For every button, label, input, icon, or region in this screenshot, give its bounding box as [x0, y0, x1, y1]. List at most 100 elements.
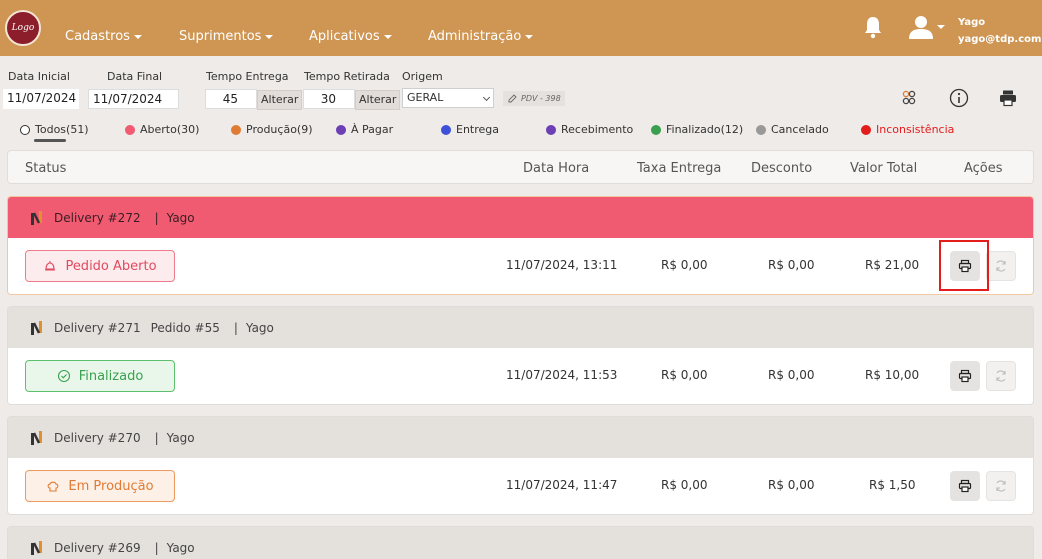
- user-avatar-icon[interactable]: [908, 14, 934, 40]
- origem-select[interactable]: GERAL: [402, 88, 494, 108]
- status-dot: [861, 124, 871, 135]
- data-inicial-input[interactable]: 11/07/2024: [3, 89, 79, 109]
- status-dot: [546, 124, 556, 135]
- edit-icon: [508, 94, 517, 103]
- order-taxa: R$ 0,00: [661, 368, 708, 382]
- tempo-retirada-input[interactable]: 30: [303, 89, 355, 109]
- filter-inconsistencia[interactable]: Inconsistência: [861, 123, 954, 136]
- order-card: Delivery #271 Pedido #55 | Yago Finaliza…: [7, 306, 1034, 405]
- data-final-label: Data Final: [107, 70, 163, 83]
- bell-icon[interactable]: [863, 15, 883, 39]
- order-title: Delivery #271: [54, 320, 141, 335]
- column-data-hora: Data Hora: [523, 161, 590, 176]
- check-circle-icon: [57, 369, 70, 383]
- data-inicial-label: Data Inicial: [8, 70, 70, 83]
- order-datetime: 11/07/2024, 11:53: [506, 368, 618, 382]
- print-button[interactable]: [950, 361, 980, 391]
- filter-finalizado[interactable]: Finalizado(12): [651, 123, 743, 136]
- sync-button[interactable]: [986, 251, 1016, 281]
- status-badge[interactable]: Em Produção: [25, 470, 175, 502]
- sync-button[interactable]: [986, 361, 1016, 391]
- pdv-badge[interactable]: PDV - 398: [503, 91, 565, 106]
- nav-cadastros[interactable]: Cadastros: [65, 29, 142, 44]
- print-icon[interactable]: [998, 88, 1018, 108]
- active-tab-indicator: [34, 139, 66, 142]
- status-dot: [20, 124, 30, 135]
- column-desconto: Desconto: [751, 161, 813, 176]
- logo-text: Logo: [11, 23, 35, 33]
- filter-todos[interactable]: Todos(51): [20, 123, 89, 136]
- order-user: Yago: [166, 540, 195, 555]
- print-button[interactable]: [950, 471, 980, 501]
- separator: |: [233, 320, 238, 335]
- order-total: R$ 1,50: [869, 478, 916, 492]
- order-header[interactable]: Delivery #272 | Yago: [8, 197, 1033, 238]
- order-user: Yago: [166, 430, 195, 445]
- bell-order-icon: [45, 261, 56, 271]
- tempo-entrega-input[interactable]: 45: [205, 89, 257, 109]
- chevron-down-icon: [383, 35, 392, 39]
- order-row: Finalizado 11/07/2024, 11:53 R$ 0,00 R$ …: [8, 348, 1033, 404]
- filter-recebimento[interactable]: Recebimento: [546, 123, 633, 136]
- column-status: Status: [25, 161, 67, 176]
- order-user: Yago: [245, 320, 274, 335]
- status-badge[interactable]: Pedido Aberto: [25, 250, 175, 282]
- info-icon[interactable]: [949, 88, 969, 108]
- brand-logo-icon: [31, 210, 42, 225]
- print-icon: [958, 479, 972, 493]
- filter-cancelado[interactable]: Cancelado: [756, 123, 829, 136]
- alterar-retirada-button[interactable]: Alterar: [355, 90, 401, 110]
- column-valor-total: Valor Total: [850, 161, 918, 176]
- grid-dots-icon[interactable]: [899, 88, 919, 108]
- brand-logo-icon: [31, 430, 42, 445]
- nav-administracao[interactable]: Administração: [428, 29, 534, 44]
- order-card: Delivery #272 | Yago Pedido Aberto 11/07…: [7, 196, 1034, 295]
- order-header[interactable]: Delivery #270 | Yago: [8, 417, 1033, 458]
- status-badge[interactable]: Finalizado: [25, 360, 175, 392]
- order-total: R$ 21,00: [865, 258, 920, 272]
- chevron-down-icon: [265, 35, 274, 39]
- order-desconto: R$ 0,00: [768, 478, 815, 492]
- origem-label: Origem: [402, 70, 443, 83]
- brand-logo-icon: [31, 320, 42, 335]
- order-header[interactable]: Delivery #269 | Yago: [8, 527, 1033, 559]
- separator: |: [154, 540, 159, 555]
- order-title: Delivery #270: [54, 430, 141, 445]
- tempo-retirada-label: Tempo Retirada: [304, 70, 390, 83]
- order-header[interactable]: Delivery #271 Pedido #55 | Yago: [8, 307, 1033, 348]
- order-desconto: R$ 0,00: [768, 368, 815, 382]
- user-name: Yago: [958, 17, 986, 28]
- chevron-down-icon[interactable]: [937, 25, 945, 29]
- order-taxa: R$ 0,00: [661, 258, 708, 272]
- order-desconto: R$ 0,00: [768, 258, 815, 272]
- order-datetime: 11/07/2024, 13:11: [506, 258, 618, 272]
- order-row: Pedido Aberto 11/07/2024, 13:11 R$ 0,00 …: [8, 238, 1033, 294]
- order-title: Delivery #269: [54, 540, 141, 555]
- status-dot: [756, 124, 766, 135]
- refresh-icon: [996, 480, 1006, 492]
- column-taxa-entrega: Taxa Entrega: [637, 161, 722, 176]
- user-email: yago@tdp.com.br: [958, 34, 1042, 45]
- separator: |: [154, 430, 159, 445]
- filter-producao[interactable]: Produção(9): [231, 123, 313, 136]
- order-taxa: R$ 0,00: [661, 478, 708, 492]
- nav-suprimentos[interactable]: Suprimentos: [179, 29, 274, 44]
- order-user: Yago: [166, 210, 195, 225]
- status-dot: [231, 124, 241, 135]
- brand-logo-icon: [31, 540, 42, 555]
- chevron-down-icon: [525, 35, 534, 39]
- order-pedido: Pedido #55: [150, 320, 220, 335]
- data-final-input[interactable]: 11/07/2024: [88, 89, 179, 109]
- highlight-box: [939, 240, 989, 291]
- refresh-icon: [996, 260, 1006, 272]
- logo[interactable]: Logo: [5, 10, 41, 46]
- filter-entrega[interactable]: Entrega: [441, 123, 499, 136]
- nav-aplicativos[interactable]: Aplicativos: [309, 29, 392, 44]
- table-header: Status Data Hora Taxa Entrega Desconto V…: [7, 150, 1034, 184]
- status-dot: [651, 124, 661, 135]
- order-title: Delivery #272: [54, 210, 141, 225]
- filter-a-pagar[interactable]: À Pagar: [336, 123, 393, 136]
- filter-aberto[interactable]: Aberto(30): [125, 123, 199, 136]
- sync-button[interactable]: [986, 471, 1016, 501]
- alterar-entrega-button[interactable]: Alterar: [257, 90, 303, 110]
